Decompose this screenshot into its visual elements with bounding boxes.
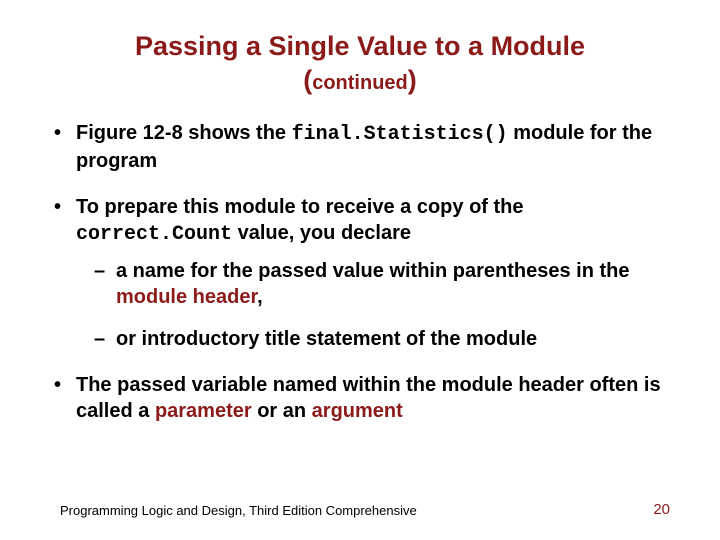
bullet-3: The passed variable named within the mod… <box>50 372 670 424</box>
bullet-list: Figure 12-8 shows the final.Statistics()… <box>50 120 670 424</box>
bullet-1-code: final.Statistics() <box>292 123 508 146</box>
paren-close: ) <box>408 65 417 95</box>
bullet-2-text-b: value, you declare <box>232 222 411 244</box>
bullet-2-text-a: To prepare this module to receive a copy… <box>76 196 524 218</box>
bullet-2-sub-1: a name for the passed value within paren… <box>94 258 670 310</box>
footer: Programming Logic and Design, Third Edit… <box>60 503 670 518</box>
slide: Passing a Single Value to a Module (cont… <box>0 0 720 540</box>
bullet-3-mid: or an <box>252 400 312 422</box>
bullet-2: To prepare this module to receive a copy… <box>50 194 670 352</box>
footer-text: Programming Logic and Design, Third Edit… <box>60 503 417 518</box>
bullet-2-sublist: a name for the passed value within paren… <box>94 258 670 352</box>
bullet-2-sub-2: or introductory title statement of the m… <box>94 326 670 352</box>
paren-open: ( <box>303 65 312 95</box>
bullet-1-text-a: Figure 12-8 shows the <box>76 122 292 144</box>
subtitle-text: continued <box>312 72 408 94</box>
page-number: 20 <box>653 501 670 518</box>
bullet-1: Figure 12-8 shows the final.Statistics()… <box>50 120 670 174</box>
bullet-3-hl-1: parameter <box>155 400 252 422</box>
title-subtitle: (continued) <box>50 64 670 98</box>
bullet-2-sub-1-a: a name for the passed value within paren… <box>116 260 629 282</box>
bullet-2-code: correct.Count <box>76 223 232 246</box>
title-main: Passing a Single Value to a Module <box>135 31 585 61</box>
bullet-2-sub-1-hl: module header <box>116 286 257 308</box>
bullet-2-sub-2-text: or introductory title statement of the m… <box>116 328 537 350</box>
bullet-3-hl-2: argument <box>312 400 403 422</box>
bullet-2-sub-1-b: , <box>257 286 263 308</box>
slide-title: Passing a Single Value to a Module (cont… <box>50 30 670 98</box>
